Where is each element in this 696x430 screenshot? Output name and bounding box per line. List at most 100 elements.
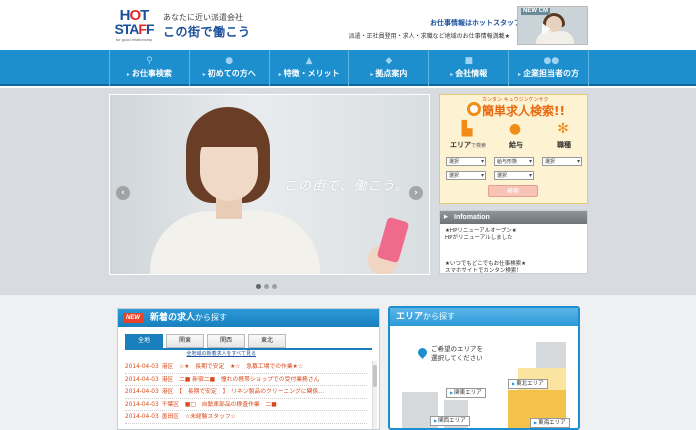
nav-first-time[interactable]: ● 初めての方へ	[188, 50, 269, 86]
search-icon: ⚲	[146, 56, 153, 66]
slider-dot[interactable]	[272, 284, 277, 289]
information-line[interactable]: ★いつでもどこでもお仕事検索★	[445, 261, 526, 268]
site-header: HOT STAFF for good relationship あなたに近い派遣…	[0, 0, 696, 50]
new-badge: NEW	[123, 313, 143, 323]
logo-line2: STAFF	[114, 21, 154, 37]
logo-subtext: for good relationship	[115, 37, 153, 42]
play-icon	[542, 23, 551, 35]
quick-search-button[interactable]: 検索	[488, 185, 538, 197]
new-jobs-scrollbar[interactable]	[372, 361, 377, 429]
job-date: 2014-04-03	[125, 376, 159, 383]
new-jobs-panel: NEW 新着の求人から探す 全地 関東 関西 東北 2014-04-03 港区 ☆…	[117, 308, 380, 430]
nav-job-search[interactable]: ⚲ お仕事検索	[109, 50, 189, 86]
nav-locations[interactable]: ◆ 拠点案内	[348, 50, 428, 86]
quick-search-job-label: 職種	[557, 141, 571, 149]
tab-underline	[125, 348, 372, 350]
slide-copy: この街で、働こう。	[284, 179, 409, 194]
tab-all[interactable]: 全地	[125, 334, 163, 348]
pin-icon: ◆	[385, 56, 393, 66]
area-label-kansai[interactable]: 関西エリア	[430, 416, 470, 426]
area-label-tohoku[interactable]: 東北エリア	[508, 379, 548, 389]
nav-company[interactable]: ■ 会社情報	[428, 50, 508, 86]
location-pin-icon	[416, 346, 429, 359]
person-icon: ●	[225, 56, 234, 66]
slider-dot[interactable]	[256, 284, 261, 289]
header-right-title: お仕事情報はホットスタッフ	[430, 19, 521, 27]
information-header: Infomation	[440, 211, 587, 224]
area-search-header: エリアから探す	[390, 308, 578, 326]
nav-label: 拠点案内	[349, 69, 428, 80]
thumb-icon: ▲	[305, 56, 313, 66]
new-cm-label: NEW CM	[521, 8, 550, 15]
people-icon: ●●	[543, 56, 560, 66]
smartphone-icon	[376, 216, 410, 264]
job-date: 2014-04-03	[125, 401, 159, 408]
tab-tohoku[interactable]: 東北	[248, 334, 286, 348]
area-search-message: ご希望のエリアを 選択してください	[431, 345, 483, 362]
tab-kansai[interactable]: 関西	[207, 334, 245, 348]
job-title: 港区 【 長期で安定 】 リネン製品のクリーニングに関係…	[161, 389, 325, 395]
quick-search-area-label: エリアで検索	[449, 141, 486, 149]
tagline-small: あなたに近い派遣会社	[163, 13, 243, 22]
building-icon: ■	[464, 56, 473, 66]
magnifier-icon	[467, 102, 481, 116]
area-label-tokai[interactable]: 東海エリア	[530, 418, 570, 428]
job-title: 港区 ☆★ 長期で安定 ★☆ 急募工場での作業★☆	[161, 364, 304, 370]
nav-employers[interactable]: ●● 企業担当者の方	[508, 50, 589, 86]
nav-label: 企業担当者の方	[509, 69, 588, 80]
job-title: 港区 二■ 新宿二■ 憧れの携帯ショップでの受付業務さん	[161, 376, 320, 383]
hotstaff-logo[interactable]: HOT STAFF for good relationship	[110, 8, 158, 44]
money-icon: ●	[508, 121, 522, 137]
nav-features[interactable]: ▲ 特徴・メリット	[268, 50, 349, 86]
quick-search-ruby: カンタン キュウジンケンサク	[482, 97, 549, 103]
slider-next-button[interactable]: ›	[409, 186, 423, 200]
all-new-jobs-link[interactable]: 全地域の新着求人をすべて見る	[152, 351, 256, 358]
information-line[interactable]: ★HPリニューアルオープン★	[445, 228, 517, 235]
pay-amount-select[interactable]: 選択	[494, 171, 534, 180]
job-date: 2014-04-03	[125, 364, 159, 370]
area-select-2[interactable]: 選択	[446, 171, 486, 180]
information-line: スマホサイトでカンタン検索！	[445, 268, 522, 274]
nav-label: 初めての方へ	[190, 69, 269, 80]
tagline-main: この街で働こう	[163, 25, 251, 39]
list-item[interactable]: 2014-04-03 墨田区 ☆未経験スタッフ☆	[125, 411, 367, 424]
list-item[interactable]: 2014-04-03 港区 ☆★ 長期で安定 ★☆ 急募工場での作業★☆	[125, 361, 367, 374]
job-date: 2014-04-03	[125, 414, 159, 420]
hero-slider[interactable]: この街で、働こう。 ‹ ›	[109, 94, 430, 275]
new-jobs-list: 2014-04-03 港区 ☆★ 長期で安定 ★☆ 急募工場での作業★☆ 2014…	[125, 361, 367, 430]
slider-prev-button[interactable]: ‹	[116, 186, 130, 200]
information-box: Infomation ★HPリニューアルオープン★ HPがリニューアルしました …	[439, 210, 588, 274]
list-item[interactable]: 2014-04-03 千葉区 ■□ 自動車部品の検査作業 二■	[125, 399, 367, 411]
gear-icon: ✻	[557, 121, 569, 137]
slider-dot[interactable]	[264, 284, 269, 289]
nav-label: お仕事検索	[110, 69, 189, 80]
job-date: 2014-04-03	[125, 389, 159, 395]
tab-kanto[interactable]: 関東	[166, 334, 204, 348]
area-select-1[interactable]: 選択	[446, 157, 486, 166]
information-line: HPがリニューアルしました	[445, 235, 513, 241]
area-label-kanto[interactable]: 関東エリア	[446, 388, 486, 398]
pay-type-select[interactable]: 給与形態	[494, 157, 534, 166]
new-jobs-header: NEW 新着の求人から探す	[118, 309, 379, 327]
quick-search-pay-label: 給与	[509, 141, 523, 149]
job-title: 千葉区 ■□ 自動車部品の検査作業 二■	[161, 401, 277, 408]
global-nav: ⚲ お仕事検索 ● 初めての方へ ▲ 特徴・メリット ◆ 拠点案内 ■ 会社情報…	[0, 50, 696, 86]
quick-job-search-panel: カンタン キュウジンケンサク 簡単求人検索!! ▙ エリアで検索 ● 給与 ✻ …	[439, 94, 588, 204]
quick-search-title: 簡単求人検索!!	[482, 104, 565, 118]
nav-label: 特徴・メリット	[270, 69, 349, 80]
slide-figure-body	[150, 211, 320, 274]
global-nav-items: ⚲ お仕事検索 ● 初めての方へ ▲ 特徴・メリット ◆ 拠点案内 ■ 会社情報…	[109, 50, 589, 86]
new-cm-video-thumbnail[interactable]: NEW CM	[517, 6, 588, 45]
header-right-subtitle: 派遣・正社員登用・求人・求職など地域のお仕事情報満載★	[348, 33, 510, 40]
area-icon: ▙	[461, 121, 473, 137]
job-title: 墨田区 ☆未経験スタッフ☆	[161, 414, 236, 420]
nav-label: 会社情報	[429, 69, 508, 80]
job-type-select[interactable]: 選択	[542, 157, 582, 166]
list-item[interactable]: 2014-04-03 港区 二■ 新宿二■ 憧れの携帯ショップでの受付業務さん	[125, 374, 367, 386]
map-block	[536, 342, 566, 368]
new-jobs-title: 新着の求人から探す	[150, 313, 228, 323]
area-search-panel: エリアから探す ご希望のエリアを選択してください 関東エリア 東北エリア 関西エ…	[388, 306, 580, 430]
scrollbar-thumb[interactable]	[373, 365, 377, 387]
list-item[interactable]: 2014-04-03 港区 【 長期で安定 】 リネン製品のクリーニングに関係…	[125, 386, 367, 399]
slider-pagination	[256, 284, 286, 290]
